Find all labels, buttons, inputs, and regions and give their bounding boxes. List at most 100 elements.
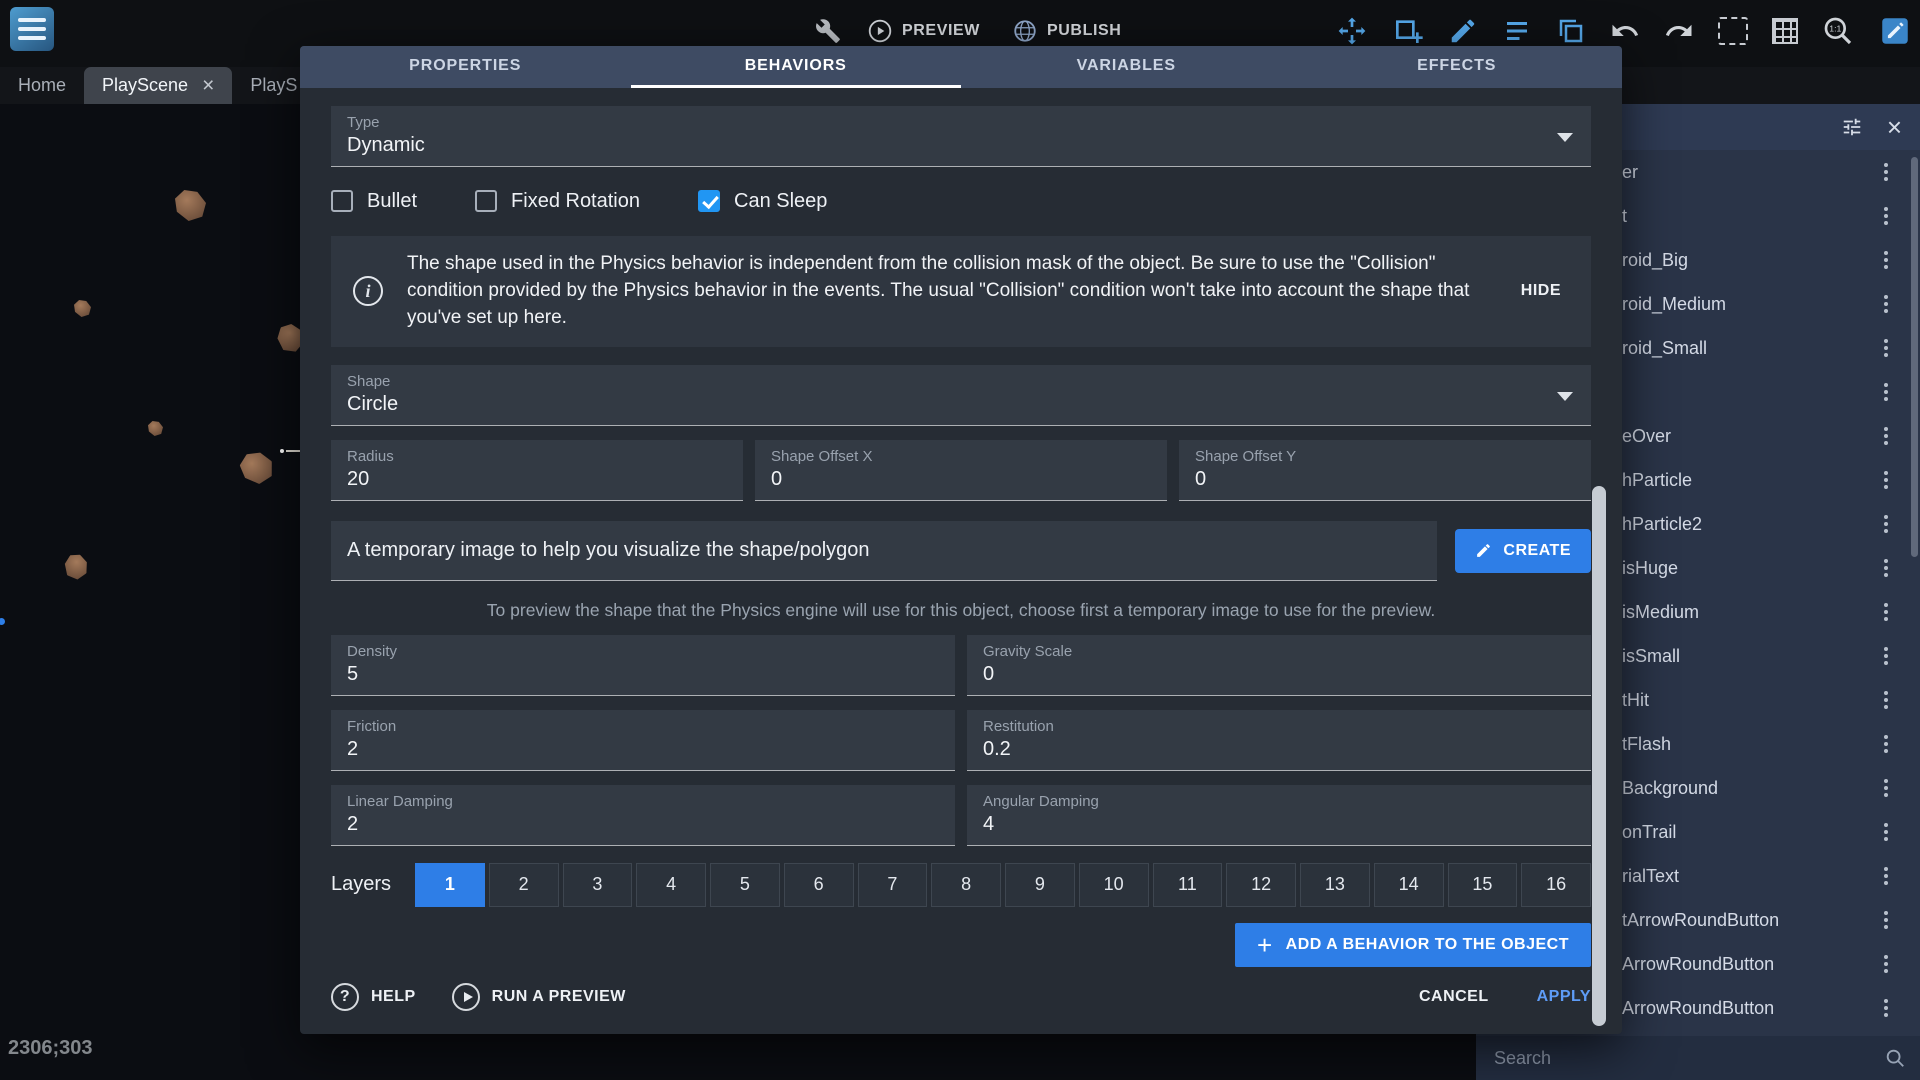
layer-toggle-3[interactable]: 3	[563, 863, 633, 907]
tab-home[interactable]: Home	[0, 67, 84, 104]
more-options-icon[interactable]	[1878, 776, 1894, 800]
more-options-icon[interactable]	[1878, 996, 1894, 1020]
radius-field[interactable]: Radius 20	[331, 440, 743, 501]
filter-icon[interactable]	[1841, 116, 1863, 138]
tab-properties[interactable]: PROPERTIES	[300, 46, 631, 88]
move-object-icon[interactable]	[1336, 15, 1368, 47]
search-input[interactable]	[1492, 1047, 1874, 1070]
particle-dot	[280, 449, 284, 453]
friction-field[interactable]: Friction 2	[331, 710, 955, 771]
layer-toggle-2[interactable]: 2	[489, 863, 559, 907]
layer-toggle-4[interactable]: 4	[636, 863, 706, 907]
project-manager-button[interactable]	[10, 7, 54, 51]
shape-offset-x-field[interactable]: Shape Offset X 0	[755, 440, 1167, 501]
redo-icon[interactable]	[1664, 16, 1694, 46]
more-options-icon[interactable]	[1878, 336, 1894, 360]
panel-scrollbar[interactable]	[1911, 157, 1918, 557]
more-options-icon[interactable]	[1878, 952, 1894, 976]
gravity-scale-field[interactable]: Gravity Scale 0	[967, 635, 1591, 696]
cancel-button[interactable]: CANCEL	[1419, 988, 1489, 1006]
more-options-icon[interactable]	[1878, 380, 1894, 404]
more-options-icon[interactable]	[1878, 600, 1894, 624]
marquee-select-icon[interactable]	[1718, 17, 1748, 45]
layers-label: Layers	[331, 873, 403, 896]
more-options-icon[interactable]	[1878, 512, 1894, 536]
help-button[interactable]: ? HELP	[331, 983, 416, 1011]
more-options-icon[interactable]	[1878, 292, 1894, 316]
layer-toggle-1[interactable]: 1	[415, 863, 485, 907]
asteroid-sprite[interactable]	[237, 448, 276, 487]
density-field[interactable]: Density 5	[331, 635, 955, 696]
run-preview-button[interactable]: RUN A PREVIEW	[452, 983, 626, 1011]
zoom-actual-size-icon[interactable]: 1:1	[1822, 15, 1854, 47]
layer-toggle-14[interactable]: 14	[1374, 863, 1444, 907]
can-sleep-checkbox[interactable]: Can Sleep	[698, 190, 827, 213]
debug-wrench-icon[interactable]	[815, 18, 841, 44]
preview-note: To preview the shape that the Physics en…	[331, 600, 1591, 621]
more-options-icon[interactable]	[1878, 732, 1894, 756]
add-object-icon[interactable]	[1392, 15, 1424, 47]
temp-image-field[interactable]: A temporary image to help you visualize …	[331, 521, 1437, 581]
preview-button[interactable]: PREVIEW	[861, 17, 986, 45]
undo-icon[interactable]	[1610, 16, 1640, 46]
layer-toggle-11[interactable]: 11	[1153, 863, 1223, 907]
bullet-checkbox[interactable]: Bullet	[331, 190, 417, 213]
apply-button[interactable]: APPLY	[1537, 988, 1591, 1006]
grid-icon[interactable]	[1772, 18, 1798, 44]
physics-behavior-dialog: PROPERTIES BEHAVIORS VARIABLES EFFECTS T…	[300, 46, 1622, 1034]
asteroid-sprite[interactable]	[148, 421, 163, 436]
layer-toggle-9[interactable]: 9	[1005, 863, 1075, 907]
publish-button[interactable]: PUBLISH	[1006, 17, 1127, 45]
object-handle-dot[interactable]	[0, 618, 5, 625]
hide-button[interactable]: HIDE	[1513, 282, 1569, 300]
linear-damping-field[interactable]: Linear Damping 2	[331, 785, 955, 846]
layer-toggle-8[interactable]: 8	[931, 863, 1001, 907]
close-panel-icon[interactable]: ×	[1887, 114, 1902, 140]
restitution-field[interactable]: Restitution 0.2	[967, 710, 1591, 771]
more-options-icon[interactable]	[1878, 160, 1894, 184]
more-options-icon[interactable]	[1878, 908, 1894, 932]
shape-dropdown[interactable]: Shape Circle	[331, 365, 1591, 426]
more-options-icon[interactable]	[1878, 688, 1894, 712]
more-options-icon[interactable]	[1878, 424, 1894, 448]
menu-icon	[18, 18, 46, 22]
more-options-icon[interactable]	[1878, 644, 1894, 668]
checkbox-icon	[475, 190, 497, 212]
dialog-scrollbar[interactable]	[1592, 486, 1606, 1026]
more-options-icon[interactable]	[1878, 556, 1894, 580]
layer-toggle-7[interactable]: 7	[858, 863, 928, 907]
tab-behaviors[interactable]: BEHAVIORS	[631, 46, 962, 88]
more-options-icon[interactable]	[1878, 204, 1894, 228]
type-dropdown[interactable]: Type Dynamic	[331, 106, 1591, 167]
svg-text:1:1: 1:1	[1829, 24, 1841, 34]
object-list-icon[interactable]	[1502, 16, 1532, 46]
asteroid-sprite[interactable]	[74, 300, 91, 317]
add-behavior-button[interactable]: + ADD A BEHAVIOR TO THE OBJECT	[1235, 923, 1591, 967]
layer-toggle-13[interactable]: 13	[1300, 863, 1370, 907]
edit-object-icon[interactable]	[1448, 16, 1478, 46]
damping-row: Linear Damping 2 Angular Damping 4	[331, 785, 1591, 846]
layer-toggle-16[interactable]: 16	[1521, 863, 1591, 907]
close-tab-icon[interactable]: ×	[202, 75, 214, 96]
angular-damping-field[interactable]: Angular Damping 4	[967, 785, 1591, 846]
layer-toggle-5[interactable]: 5	[710, 863, 780, 907]
layer-toggle-6[interactable]: 6	[784, 863, 854, 907]
more-options-icon[interactable]	[1878, 820, 1894, 844]
tab-effects[interactable]: EFFECTS	[1292, 46, 1623, 88]
more-options-icon[interactable]	[1878, 864, 1894, 888]
scene-edit-icon[interactable]	[1878, 14, 1912, 48]
fixed-rotation-checkbox[interactable]: Fixed Rotation	[475, 190, 640, 213]
more-options-icon[interactable]	[1878, 468, 1894, 492]
duplicate-icon[interactable]	[1556, 16, 1586, 46]
add-behavior-row: + ADD A BEHAVIOR TO THE OBJECT	[331, 923, 1591, 967]
asteroid-sprite[interactable]	[59, 550, 93, 584]
tab-playscene[interactable]: PlayScene ×	[84, 67, 232, 104]
more-options-icon[interactable]	[1878, 248, 1894, 272]
layer-toggle-12[interactable]: 12	[1226, 863, 1296, 907]
layer-toggle-10[interactable]: 10	[1079, 863, 1149, 907]
asteroid-sprite[interactable]	[175, 190, 206, 221]
layer-toggle-15[interactable]: 15	[1448, 863, 1518, 907]
create-button[interactable]: CREATE	[1455, 529, 1591, 573]
shape-offset-y-field[interactable]: Shape Offset Y 0	[1179, 440, 1591, 501]
tab-variables[interactable]: VARIABLES	[961, 46, 1292, 88]
